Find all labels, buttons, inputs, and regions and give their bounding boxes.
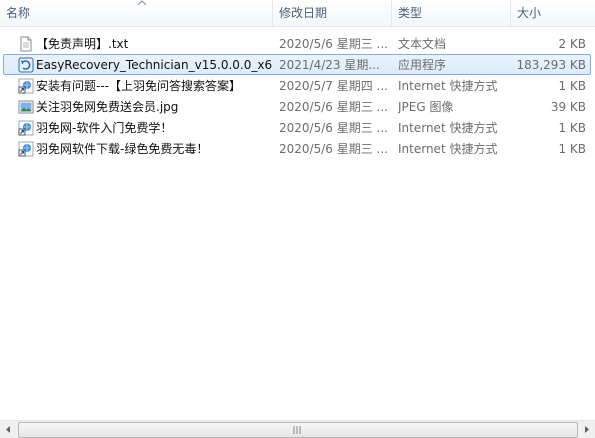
scrollbar-grip-icon bbox=[293, 426, 301, 434]
file-row[interactable]: 【免责声明】.txt 2020/5/6 星期三 ... 文本文档 2 KB bbox=[3, 33, 591, 54]
file-list: 【免责声明】.txt 2020/5/6 星期三 ... 文本文档 2 KB Ea… bbox=[0, 33, 595, 159]
file-size: 1 KB bbox=[558, 142, 586, 156]
file-type: JPEG 图像 bbox=[398, 100, 454, 114]
file-type: Internet 快捷方式 bbox=[398, 79, 498, 93]
file-size: 183,293 KB bbox=[516, 58, 586, 72]
file-name: 羽免网-软件入门免费学！ bbox=[36, 121, 173, 135]
file-name: 【免责声明】.txt bbox=[36, 37, 129, 51]
file-name: EasyRecovery_Technician_v15.0.0.0_x6... bbox=[36, 58, 272, 72]
file-name: 羽免网软件下载-绿色免费无毒！ bbox=[36, 142, 209, 156]
column-header-name[interactable]: 名称 bbox=[0, 0, 272, 26]
column-header-date[interactable]: 修改日期 bbox=[272, 0, 391, 26]
file-name: 关注羽免网免费送会员.jpg bbox=[36, 100, 179, 114]
file-date: 2021/4/23 星期... bbox=[279, 58, 380, 72]
column-header-size[interactable]: 大小 bbox=[510, 0, 595, 26]
file-type: Internet 快捷方式 bbox=[398, 121, 498, 135]
file-type: 应用程序 bbox=[398, 58, 447, 72]
file-size: 2 KB bbox=[558, 37, 586, 51]
column-header: 名称 修改日期 类型 大小 bbox=[0, 0, 595, 27]
file-row[interactable]: 羽免网软件下载-绿色免费无毒！ 2020/5/6 星期三 ... Interne… bbox=[3, 138, 591, 159]
file-date: 2020/5/6 星期三 ... bbox=[279, 121, 388, 135]
file-date: 2020/5/6 星期三 ... bbox=[279, 100, 388, 114]
file-row[interactable]: EasyRecovery_Technician_v15.0.0.0_x6... … bbox=[3, 54, 591, 75]
file-type: 文本文档 bbox=[398, 37, 447, 51]
horizontal-scrollbar[interactable] bbox=[0, 420, 595, 438]
file-date: 2020/5/6 星期三 ... bbox=[279, 37, 388, 51]
file-name: 安装有问题---【上羽免问答搜索答案】 bbox=[36, 79, 241, 93]
file-size: 1 KB bbox=[558, 79, 586, 93]
file-row[interactable]: 安装有问题---【上羽免问答搜索答案】 2020/5/7 星期四 ... Int… bbox=[3, 75, 591, 96]
file-date: 2020/5/6 星期三 ... bbox=[279, 142, 388, 156]
file-type: Internet 快捷方式 bbox=[398, 142, 498, 156]
application-icon bbox=[18, 57, 34, 73]
file-row[interactable]: 关注羽免网免费送会员.jpg 2020/5/6 星期三 ... JPEG 图像 … bbox=[3, 96, 591, 117]
file-size: 1 KB bbox=[558, 121, 586, 135]
column-header-type[interactable]: 类型 bbox=[391, 0, 510, 26]
internet-shortcut-icon bbox=[18, 78, 34, 94]
scrollbar-thumb[interactable] bbox=[18, 422, 578, 438]
image-file-icon bbox=[18, 100, 34, 114]
file-size: 39 KB bbox=[550, 100, 586, 114]
text-file-icon bbox=[20, 36, 32, 52]
file-row[interactable]: 羽免网-软件入门免费学！ 2020/5/6 星期三 ... Internet 快… bbox=[3, 117, 591, 138]
scroll-right-arrow-icon[interactable] bbox=[578, 421, 595, 438]
scroll-left-arrow-icon[interactable] bbox=[0, 421, 17, 438]
internet-shortcut-icon bbox=[18, 120, 34, 136]
file-date: 2020/5/7 星期四 ... bbox=[279, 79, 388, 93]
internet-shortcut-icon bbox=[18, 141, 34, 157]
